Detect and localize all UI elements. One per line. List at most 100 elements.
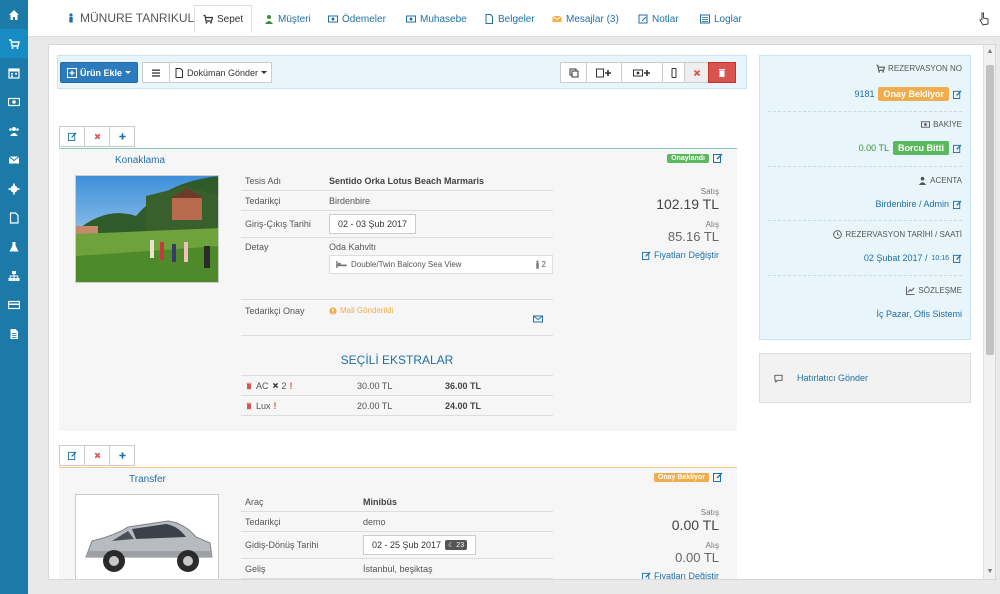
edit-icon[interactable] xyxy=(953,199,962,209)
user-icon xyxy=(919,176,927,185)
add-button[interactable] xyxy=(109,445,135,466)
edit-icon[interactable] xyxy=(953,143,962,153)
date-range[interactable]: 02 - 25 Şub 2017 ☾ 23 xyxy=(363,535,477,555)
sidebar-documents[interactable] xyxy=(0,203,28,232)
remove-button[interactable] xyxy=(84,126,110,147)
plus-icon xyxy=(118,452,126,459)
sidebar-sitemap[interactable] xyxy=(0,261,28,290)
extra-row: Lux ! 20.00 TL 24.00 TL xyxy=(241,396,553,416)
tab-notes[interactable]: Notlar xyxy=(630,6,687,32)
sidebar-cart[interactable] xyxy=(0,29,28,58)
cancel-button[interactable] xyxy=(684,62,709,83)
warning-icon: ! xyxy=(273,400,277,411)
money-icon xyxy=(328,15,338,23)
edit-icon xyxy=(641,571,651,579)
reservation-summary: REZERVASYON NO 9181 Onay Bekliyor BAKİYE… xyxy=(759,55,971,340)
exclamation-circle-icon xyxy=(329,306,337,315)
agency-section: ACENTA Birdenbire / Admin xyxy=(875,176,962,209)
scroll-up-arrow[interactable]: ▲ xyxy=(986,48,994,56)
add-product-button[interactable]: Ürün Ekle xyxy=(60,62,138,83)
sidebar-calendar[interactable] xyxy=(0,58,28,87)
tab-customer[interactable]: Müşteri xyxy=(256,6,319,32)
tab-logs[interactable]: Loglar xyxy=(692,6,750,32)
sidebar-lab[interactable] xyxy=(0,232,28,261)
menu-button[interactable] xyxy=(142,62,170,83)
remove-button[interactable] xyxy=(84,445,110,466)
date-range[interactable]: 02 - 03 Şub 2017 xyxy=(329,214,417,234)
tab-messages[interactable]: Mesajlar (3) xyxy=(544,6,627,32)
sidebar-card[interactable] xyxy=(0,290,28,319)
change-prices-link[interactable]: Fiyatları Değiştir xyxy=(641,250,719,260)
divider xyxy=(768,220,962,221)
send-document-button[interactable]: Doküman Gönder xyxy=(169,62,272,83)
detail-row: Gidiş-Dönüş Tarihi 02 - 25 Şub 2017 ☾ 23 xyxy=(241,532,553,559)
envelope-icon xyxy=(8,155,20,163)
close-icon xyxy=(693,69,700,76)
change-prices-link[interactable]: Fiyatları Değiştir xyxy=(641,571,719,579)
copy-button[interactable] xyxy=(560,62,587,83)
user-icon xyxy=(69,13,73,23)
reservation-time: 10:16 xyxy=(931,254,949,262)
detail-row: Giriş-Çıkış Tarihi 02 - 03 Şub 2017 xyxy=(241,211,553,238)
money-plus-icon xyxy=(633,69,650,76)
sidebar-users[interactable] xyxy=(0,116,28,145)
multiply-icon xyxy=(272,382,278,389)
status-badge: Onay Bekliyor xyxy=(653,473,709,482)
note-plus-icon xyxy=(596,68,611,77)
tab-payments[interactable]: Ödemeler xyxy=(320,6,394,32)
tab-documents[interactable]: Belgeler xyxy=(476,6,543,32)
trash-icon[interactable] xyxy=(245,402,253,410)
money-icon xyxy=(406,15,416,23)
scroll-down-arrow[interactable]: ▼ xyxy=(986,568,994,576)
users-icon xyxy=(9,126,19,136)
add-payment-button[interactable] xyxy=(621,62,663,83)
trash-icon[interactable] xyxy=(245,382,253,390)
edit-icon[interactable] xyxy=(713,153,723,163)
edit-button[interactable] xyxy=(59,445,85,466)
money-icon xyxy=(8,97,20,106)
edit-icon[interactable] xyxy=(953,89,962,99)
price-block: Satış 102.19 TL Alış 85.16 TL Fiyatları … xyxy=(579,187,719,263)
scroll-thumb[interactable] xyxy=(986,65,994,355)
close-icon xyxy=(94,133,100,140)
edit-icon xyxy=(641,250,651,260)
edit-icon xyxy=(67,451,77,460)
landscape-image xyxy=(76,176,218,282)
bed-icon xyxy=(336,261,347,268)
mobile-button[interactable] xyxy=(662,62,685,83)
sidebar-reports[interactable] xyxy=(0,319,28,348)
sidebar-home[interactable] xyxy=(0,0,28,29)
balance-section: BAKİYE 0.00 TL Borcu Bitti xyxy=(858,120,962,155)
hotel-photo xyxy=(75,175,219,283)
cart-icon xyxy=(203,14,213,24)
accommodation-details: Tesis Adı Sentido Orka Lotus Beach Marmar… xyxy=(241,171,553,336)
delete-button[interactable] xyxy=(708,62,736,83)
vehicle-photo xyxy=(75,494,219,579)
car-image xyxy=(76,495,218,579)
edit-button[interactable] xyxy=(59,126,85,147)
customer-name[interactable]: MÜNURE TANRIKULU xyxy=(58,5,211,31)
user-icon xyxy=(265,15,273,24)
top-tab-bar: MÜNURE TANRIKULU Sepet Müşteri Ödemeler … xyxy=(28,0,1000,37)
edit-icon[interactable] xyxy=(953,253,962,263)
detail-row: Detay Oda Kahvltı Double/Twin Balcony Se… xyxy=(241,238,553,300)
send-reminder-button[interactable]: Hatırlatıcı Gönder xyxy=(759,353,971,403)
gear-icon xyxy=(8,183,20,194)
edit-icon[interactable] xyxy=(713,472,723,482)
add-button[interactable] xyxy=(109,126,135,147)
status-badge: Onaylandı xyxy=(667,154,709,163)
status-badge: Borcu Bitti xyxy=(893,141,949,155)
tab-cart[interactable]: Sepet xyxy=(194,5,253,33)
sidebar-messages[interactable] xyxy=(0,145,28,174)
tab-accounting[interactable]: Muhasebe xyxy=(398,6,475,32)
sidebar-settings[interactable] xyxy=(0,174,28,203)
note-icon xyxy=(638,14,648,24)
vertical-scrollbar[interactable]: ▲ ▼ xyxy=(983,45,995,579)
envelope-icon xyxy=(552,15,562,22)
edit-icon xyxy=(67,132,77,141)
extras-title: SEÇİLİ EKSTRALAR xyxy=(340,353,454,367)
envelope-icon[interactable] xyxy=(533,314,543,324)
sidebar-payments[interactable] xyxy=(0,87,28,116)
card-title: Transfer xyxy=(129,474,166,485)
add-note-button[interactable] xyxy=(586,62,622,83)
